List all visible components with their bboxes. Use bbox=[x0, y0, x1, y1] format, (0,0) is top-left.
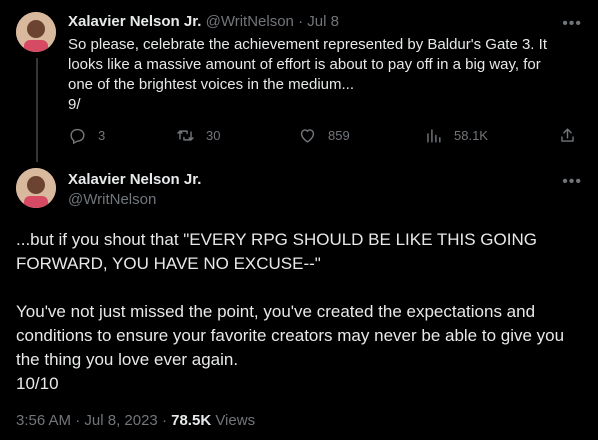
tweet-date[interactable]: Jul 8, 2023 bbox=[84, 412, 157, 429]
views-label: Views bbox=[215, 412, 256, 429]
tweet-text-line: FORWARD, YOU HAVE NO EXCUSE--" bbox=[16, 254, 321, 273]
tweet-10-of-10: Xalavier Nelson Jr. @WritNelson ••• ...b… bbox=[0, 162, 598, 440]
share-button[interactable] bbox=[558, 126, 577, 145]
tweet-text-line: 10/10 bbox=[16, 374, 59, 393]
more-dots-icon[interactable]: ••• bbox=[562, 16, 582, 32]
reply-count: 3 bbox=[98, 128, 106, 143]
views-count: 78.5K bbox=[171, 412, 212, 429]
tweet-metadata: 3:56 AM · Jul 8, 2023 · 78.5K Views bbox=[16, 411, 255, 431]
avatar[interactable] bbox=[16, 168, 56, 208]
reply-icon bbox=[70, 128, 85, 145]
author-name[interactable]: Xalavier Nelson Jr. bbox=[68, 13, 201, 30]
reply-button[interactable]: 3 bbox=[68, 126, 105, 145]
analytics-icon bbox=[427, 129, 441, 143]
tweet-text-line: ...but if you shout that "EVERY RPG SHOU… bbox=[16, 230, 537, 249]
tweet-header: Xalavier Nelson Jr. @WritNelson · Jul 8 bbox=[68, 12, 339, 32]
tweet-text-line: So please, celebrate the achievement rep… bbox=[68, 36, 547, 53]
separator-dot: · bbox=[75, 412, 81, 429]
like-button[interactable]: 859 bbox=[298, 126, 350, 145]
tweet-text: So please, celebrate the achievement rep… bbox=[68, 35, 578, 115]
tweet-date[interactable]: Jul 8 bbox=[307, 13, 339, 30]
tweet-text-line: 9/ bbox=[68, 96, 81, 113]
share-icon bbox=[561, 128, 574, 142]
tweet-text-line: the thing you love ever again. bbox=[16, 350, 239, 369]
view-count: 58.1K bbox=[454, 128, 488, 143]
tweet-text: ...but if you shout that "EVERY RPG SHOU… bbox=[16, 228, 586, 396]
separator-dot: · bbox=[161, 412, 167, 429]
tweet-text-line: looks like a massive amount of effort is… bbox=[68, 56, 541, 73]
tweet-time[interactable]: 3:56 AM bbox=[16, 412, 71, 429]
tweet-text-line: You've not just missed the point, you've… bbox=[16, 302, 536, 321]
author-handle[interactable]: @WritNelson bbox=[68, 190, 156, 210]
views-button[interactable]: 58.1K bbox=[424, 126, 488, 145]
avatar[interactable] bbox=[16, 12, 56, 52]
tweet-text-line: one of the brightest voices in the mediu… bbox=[68, 76, 354, 93]
author-name[interactable]: Xalavier Nelson Jr. bbox=[68, 170, 201, 190]
tweet-text-line: conditions to ensure your favorite creat… bbox=[16, 326, 565, 345]
retweet-button[interactable]: 30 bbox=[176, 126, 220, 145]
more-dots-icon[interactable]: ••• bbox=[562, 174, 582, 190]
author-handle[interactable]: @WritNelson bbox=[206, 13, 294, 30]
retweet-count: 30 bbox=[206, 128, 221, 143]
separator-dot: · bbox=[298, 13, 304, 30]
retweet-icon bbox=[177, 130, 194, 141]
like-count: 859 bbox=[328, 128, 350, 143]
heart-icon bbox=[300, 129, 315, 143]
tweet-9-of-10[interactable]: Xalavier Nelson Jr. @WritNelson · Jul 8 … bbox=[0, 0, 598, 162]
tweet-action-bar: 3 30 859 58.1K bbox=[68, 126, 578, 146]
